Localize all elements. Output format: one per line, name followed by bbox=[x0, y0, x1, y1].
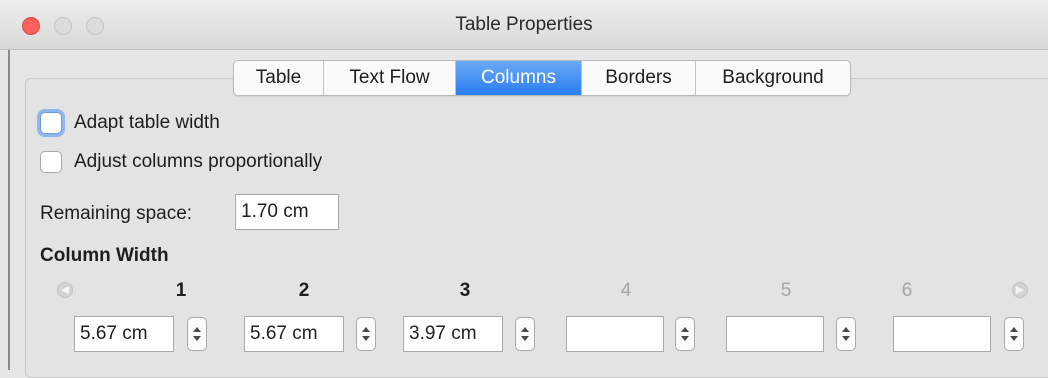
column-6-width-field[interactable] bbox=[893, 316, 991, 352]
adjust-columns-proportionally-label: Adjust columns proportionally bbox=[74, 151, 323, 172]
tab-columns[interactable]: Columns bbox=[456, 61, 582, 95]
stepper-down-icon bbox=[681, 336, 689, 341]
remaining-space-label: Remaining space: bbox=[40, 203, 193, 224]
column-2-number: 2 bbox=[298, 280, 310, 301]
stepper-up-icon bbox=[193, 327, 201, 332]
stepper-down-icon bbox=[193, 336, 201, 341]
adapt-table-width-checkbox[interactable] bbox=[40, 112, 62, 134]
column-5-number: 5 bbox=[780, 280, 792, 301]
window-title: Table Properties bbox=[455, 14, 593, 35]
tab-borders[interactable]: Borders bbox=[582, 61, 696, 95]
adapt-table-width-option[interactable]: Adapt table width bbox=[40, 112, 220, 134]
column-4-number: 4 bbox=[620, 280, 632, 301]
column-width-heading: Column Width bbox=[40, 245, 169, 266]
scroll-left-icon[interactable]: ◀ bbox=[57, 282, 73, 298]
stepper-down-icon bbox=[1010, 336, 1018, 341]
tab-bar: Table Text Flow Columns Borders Backgrou… bbox=[233, 60, 851, 96]
remaining-space-field: 1.70 cm bbox=[235, 194, 339, 230]
stepper-down-icon bbox=[521, 336, 529, 341]
window-edge bbox=[8, 50, 10, 370]
tab-table[interactable]: Table bbox=[234, 61, 324, 95]
column-3-number: 3 bbox=[459, 280, 471, 301]
stepper-down-icon bbox=[842, 336, 850, 341]
adjust-columns-proportionally-checkbox[interactable] bbox=[40, 151, 62, 173]
column-1-width-field[interactable]: 5.67 cm bbox=[74, 316, 174, 352]
stepper-up-icon bbox=[842, 327, 850, 332]
scroll-right-icon[interactable]: ▶ bbox=[1012, 282, 1028, 298]
column-1-number: 1 bbox=[175, 280, 187, 301]
adjust-columns-proportionally-option[interactable]: Adjust columns proportionally bbox=[40, 151, 322, 173]
column-2-width-stepper[interactable] bbox=[356, 317, 376, 351]
column-2-width-field[interactable]: 5.67 cm bbox=[244, 316, 344, 352]
column-6-number: 6 bbox=[901, 280, 913, 301]
stepper-up-icon bbox=[362, 327, 370, 332]
adapt-table-width-label: Adapt table width bbox=[74, 112, 220, 133]
tab-background[interactable]: Background bbox=[696, 61, 850, 95]
stepper-down-icon bbox=[362, 336, 370, 341]
column-5-width-field[interactable] bbox=[726, 316, 824, 352]
column-3-width-field[interactable]: 3.97 cm bbox=[403, 316, 503, 352]
column-4-width-field[interactable] bbox=[566, 316, 664, 352]
tab-text-flow[interactable]: Text Flow bbox=[324, 61, 456, 95]
column-4-width-stepper[interactable] bbox=[675, 317, 695, 351]
column-1-width-stepper[interactable] bbox=[187, 317, 207, 351]
stepper-up-icon bbox=[681, 327, 689, 332]
title-bar: Table Properties bbox=[0, 0, 1048, 50]
column-3-width-stepper[interactable] bbox=[515, 317, 535, 351]
column-6-width-stepper[interactable] bbox=[1004, 317, 1024, 351]
column-5-width-stepper[interactable] bbox=[836, 317, 856, 351]
stepper-up-icon bbox=[521, 327, 529, 332]
stepper-up-icon bbox=[1010, 327, 1018, 332]
